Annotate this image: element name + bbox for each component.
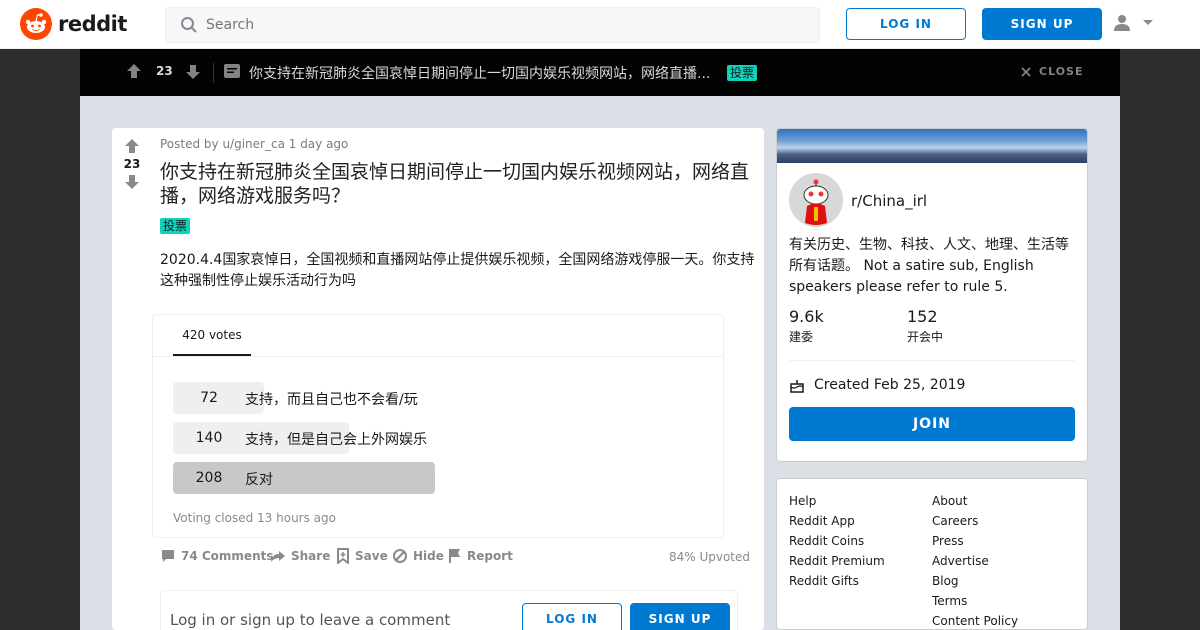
links-column-left: Help Reddit App Reddit Coins Reddit Prem… <box>789 491 885 591</box>
footer-link-reddit-gifts[interactable]: Reddit Gifts <box>789 571 885 591</box>
divider <box>789 360 1075 361</box>
poll-option: 72 支持，而且自己也不会看/玩 <box>173 382 573 414</box>
reddit-alien-icon <box>20 8 52 40</box>
members-label: 建委 <box>789 330 814 344</box>
poll-option-count: 208 <box>195 470 223 486</box>
post-text-icon <box>224 64 240 78</box>
footer-link-press[interactable]: Press <box>932 531 1018 551</box>
hide-button[interactable]: Hide <box>392 548 444 564</box>
poll-option-label: 支持，而且自己也不会看/玩 <box>245 392 418 408</box>
search-icon <box>181 17 197 33</box>
post-flair-badge[interactable]: 投票 <box>160 218 191 234</box>
topbar-flair-badge[interactable]: 投票 <box>727 65 758 81</box>
community-avatar[interactable] <box>789 173 843 227</box>
search-bar[interactable] <box>165 7 820 43</box>
post-meta: Posted by u/giner_ca 1 day ago <box>160 137 349 151</box>
post-actions: 74 Comments Share Save Hide Report 84% U… <box>160 548 750 568</box>
logo-wordmark: reddit <box>58 12 127 36</box>
comment-login-box: Log in or sign up to leave a comment LOG… <box>160 590 738 630</box>
footer-link-help[interactable]: Help <box>789 491 885 511</box>
header-signup-button[interactable]: SIGN UP <box>982 8 1102 40</box>
post-card: 23 Posted by u/giner_ca 1 day ago 你支持在新冠… <box>112 128 764 630</box>
close-icon <box>1021 66 1031 77</box>
footer-link-advertise[interactable]: Advertise <box>932 551 1018 571</box>
footer-links-card: Help Reddit App Reddit Coins Reddit Prem… <box>776 478 1088 630</box>
footer-link-reddit-premium[interactable]: Reddit Premium <box>789 551 885 571</box>
flag-icon <box>449 549 460 563</box>
online-label: 开会中 <box>907 330 944 344</box>
community-description: 有关历史、生物、科技、人文、地理、生活等所有话题。 Not a satire s… <box>789 237 1069 295</box>
created-date: Created Feb 25, 2019 <box>789 377 965 393</box>
share-label: Share <box>291 549 331 563</box>
topbar-post-title: 你支持在新冠肺炎全国哀悼日期间停止一切国内娱乐视频网站，网络直播... <box>249 66 711 82</box>
divider <box>213 63 214 83</box>
divider <box>153 356 723 357</box>
downvote-icon[interactable] <box>185 64 201 80</box>
upvote-ratio: 84% Upvoted <box>668 550 750 564</box>
members-count: 9.6k <box>789 307 824 326</box>
hide-icon <box>393 549 407 563</box>
comment-prompt: Log in or sign up to leave a comment <box>170 611 451 629</box>
poll-option-count: 140 <box>195 430 223 446</box>
online-stat: 152 开会中 <box>907 307 943 345</box>
share-icon <box>271 551 285 562</box>
footer-link-about[interactable]: About <box>932 491 1018 511</box>
comment-icon <box>162 550 174 562</box>
save-label: Save <box>355 549 388 563</box>
links-column-right: About Careers Press Advertise Blog Terms… <box>932 491 1018 630</box>
report-label: Report <box>467 549 513 563</box>
comments-label: 74 Comments <box>181 549 274 563</box>
hide-label: Hide <box>413 549 444 563</box>
upvote-icon[interactable] <box>124 138 140 154</box>
snoo-avatar-icon <box>789 173 843 227</box>
created-label: Created Feb 25, 2019 <box>814 377 966 393</box>
poll-option: 140 支持，但是自己会上外网娱乐 <box>173 422 573 454</box>
search-input[interactable] <box>206 17 766 33</box>
footer-link-reddit-app[interactable]: Reddit App <box>789 511 885 531</box>
footer-link-terms[interactable]: Terms <box>932 591 1018 611</box>
bookmark-icon <box>337 548 349 564</box>
comment-signup-button[interactable]: SIGN UP <box>630 603 730 630</box>
user-icon <box>1114 15 1130 31</box>
footer-link-blog[interactable]: Blog <box>932 571 1018 591</box>
poll-option-count: 72 <box>200 390 218 406</box>
top-header: reddit LOG IN SIGN UP <box>0 0 1200 49</box>
comments-button[interactable]: 74 Comments <box>160 548 274 564</box>
vote-column: 23 <box>112 138 152 190</box>
close-button[interactable]: CLOSE <box>1021 65 1083 78</box>
comment-login-button[interactable]: LOG IN <box>522 603 622 630</box>
members-stat: 9.6k 建委 <box>789 307 824 345</box>
downvote-icon[interactable] <box>124 174 140 190</box>
reddit-logo[interactable]: reddit <box>20 8 127 40</box>
user-dropdown[interactable] <box>1112 13 1154 33</box>
close-label: CLOSE <box>1039 65 1084 78</box>
save-button[interactable]: Save <box>336 548 388 564</box>
post-title: 你支持在新冠肺炎全国哀悼日期间停止一切国内娱乐视频网站，网络直播，网络游戏服务吗… <box>160 161 750 207</box>
poll-votes-tab[interactable]: 420 votes <box>173 315 251 356</box>
topbar-score: 23 <box>156 64 173 78</box>
footer-link-reddit-coins[interactable]: Reddit Coins <box>789 531 885 551</box>
post-body: 2020.4.4国家哀悼日，全国视频和直播网站停止提供娱乐视频，全国网络游戏停服… <box>160 252 755 289</box>
community-name[interactable]: r/China_irl <box>851 192 927 210</box>
join-button[interactable]: JOIN <box>789 407 1075 441</box>
online-count: 152 <box>907 307 938 326</box>
footer-link-careers[interactable]: Careers <box>932 511 1018 531</box>
post-topbar: 23 你支持在新冠肺炎全国哀悼日期间停止一切国内娱乐视频网站，网络直播... 投… <box>80 49 1120 96</box>
poll-status: Voting closed 13 hours ago <box>173 511 336 525</box>
header-login-button[interactable]: LOG IN <box>846 8 966 40</box>
poll-option-winner: 208 反对 <box>173 462 573 494</box>
poll-option-label: 支持，但是自己会上外网娱乐 <box>245 432 427 448</box>
share-button[interactable]: Share <box>270 548 330 564</box>
community-card: r/China_irl 有关历史、生物、科技、人文、地理、生活等所有话题。 No… <box>776 128 1088 462</box>
chevron-down-icon <box>1143 20 1153 25</box>
community-banner <box>777 129 1087 163</box>
cake-icon <box>790 380 804 393</box>
footer-link-content-policy[interactable]: Content Policy <box>932 611 1018 630</box>
post-score: 23 <box>123 157 141 171</box>
upvote-icon[interactable] <box>126 63 142 79</box>
poll-widget: 420 votes 72 支持，而且自己也不会看/玩 140 支持，但是自己会上… <box>152 314 724 538</box>
poll-option-label: 反对 <box>245 472 273 488</box>
report-button[interactable]: Report <box>448 548 513 564</box>
